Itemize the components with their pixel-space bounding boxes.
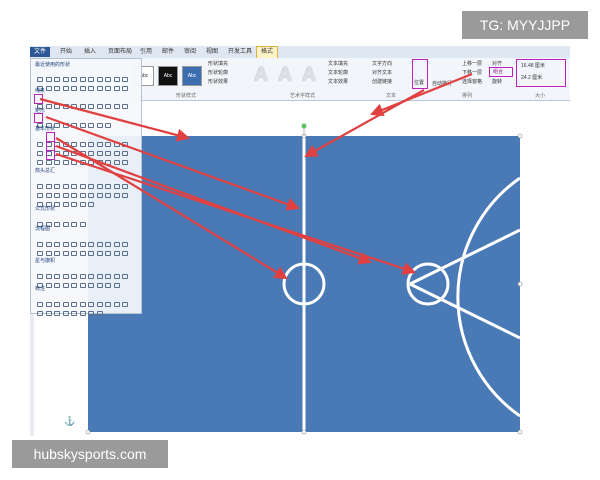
watermark-site: hubskysports.com [12,440,168,468]
annotation-arrow [55,152,417,275]
annotation-arrows [39,72,473,280]
annotation-arrow [369,72,473,117]
annotation-arrow [39,97,191,142]
anchor-icon: ⚓ [64,416,76,426]
annotation-arrow [55,144,373,265]
watermark-telegram: TG: MYYJJPP [462,11,588,39]
